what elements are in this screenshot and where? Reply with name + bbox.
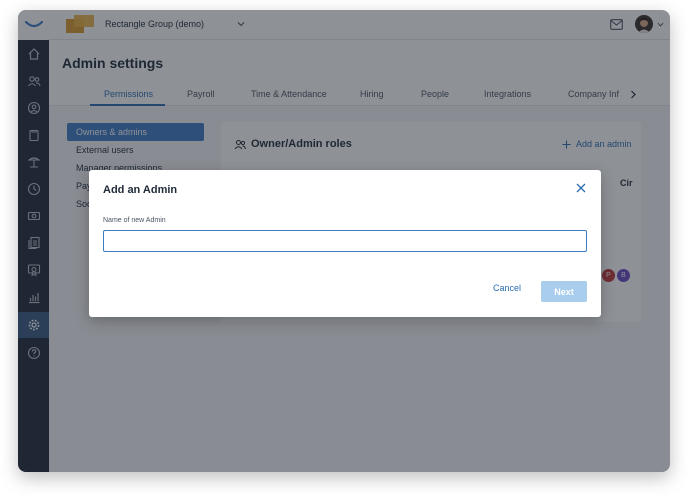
admin-name-label: Name of new Admin xyxy=(103,217,166,224)
dialog-title: Add an Admin xyxy=(103,184,178,196)
admin-name-input[interactable] xyxy=(103,230,587,252)
cancel-button[interactable]: Cancel xyxy=(493,283,521,293)
close-icon[interactable] xyxy=(576,183,586,193)
add-admin-dialog: Add an Admin Name of new Admin Cancel Ne… xyxy=(89,170,601,317)
next-button[interactable]: Next xyxy=(541,281,587,302)
